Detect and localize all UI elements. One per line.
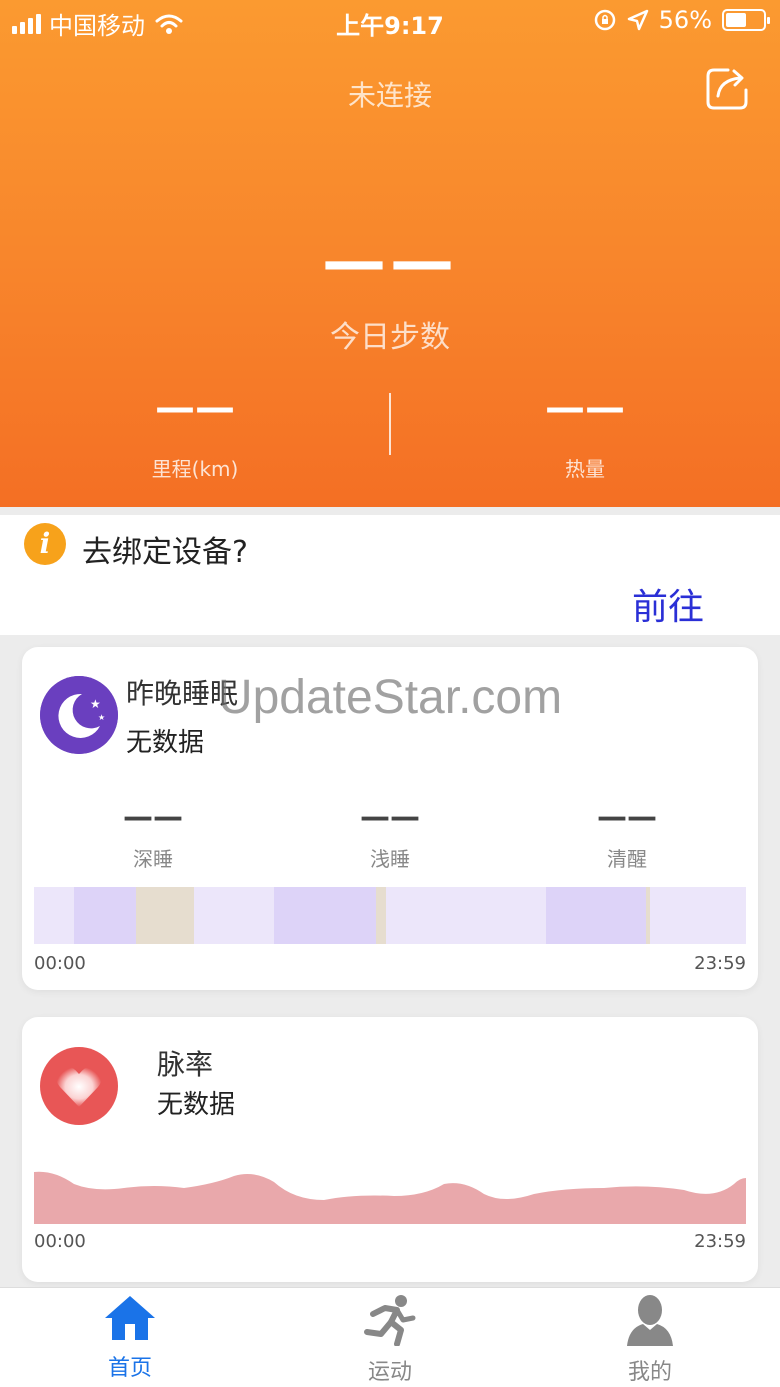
pulse-status: 无数据 <box>157 1090 236 1120</box>
calories-value: —— <box>545 385 625 431</box>
sleep-start-time: 00:00 <box>34 953 86 974</box>
home-icon <box>105 1296 155 1340</box>
awake-value: —— <box>597 800 657 835</box>
tab-sport[interactable]: 运动 <box>260 1294 520 1386</box>
tab-sport-label: 运动 <box>367 1360 412 1385</box>
light-sleep-metric: —— 浅睡 <box>270 800 510 872</box>
tab-profile-label: 我的 <box>627 1360 672 1385</box>
deep-sleep-value: —— <box>123 800 183 835</box>
calories-metric: —— 热量 <box>390 385 780 482</box>
awake-label: 清醒 <box>607 847 647 871</box>
status-bar: 中国移动 上午9:17 56% <box>0 0 780 44</box>
awake-metric: —— 清醒 <box>507 800 747 872</box>
pulse-title: 脉率 <box>157 1048 214 1081</box>
heart-icon <box>40 1047 118 1125</box>
pulse-start-time: 00:00 <box>34 1231 86 1252</box>
pulse-waveform <box>34 1171 746 1224</box>
sleep-timeline <box>34 887 746 944</box>
watermark: UpdateStar.com <box>217 671 563 724</box>
tab-home-label: 首页 <box>107 1356 152 1381</box>
info-icon: i <box>24 523 66 565</box>
steps-value: —— <box>322 225 458 299</box>
profile-icon <box>627 1295 673 1346</box>
sleep-status: 无数据 <box>126 728 205 758</box>
distance-label: 里程(km) <box>151 457 239 481</box>
calories-label: 热量 <box>565 457 605 481</box>
bind-device-text: 去绑定设备? <box>82 535 248 570</box>
running-icon <box>364 1295 416 1346</box>
sleep-end-time: 23:59 <box>694 953 746 974</box>
share-icon[interactable] <box>704 66 750 112</box>
distance-value: —— <box>155 385 235 431</box>
light-sleep-label: 浅睡 <box>370 847 410 871</box>
pulse-card[interactable] <box>22 1017 758 1282</box>
light-sleep-value: —— <box>360 800 420 835</box>
header: 中国移动 上午9:17 56% 未连接 —— 今日步数 —— 里程(km) ——… <box>0 0 780 507</box>
battery-icon <box>722 9 770 31</box>
tab-home[interactable]: 首页 <box>0 1294 260 1382</box>
location-icon <box>627 9 648 31</box>
distance-metric: —— 里程(km) <box>0 385 390 482</box>
tab-bar: 首页 运动 我的 <box>0 1287 780 1387</box>
steps-label: 今日步数 <box>330 320 450 355</box>
deep-sleep-label: 深睡 <box>133 847 173 871</box>
pulse-end-time: 23:59 <box>694 1231 746 1252</box>
goto-button[interactable]: 前往 <box>632 578 704 630</box>
tab-profile[interactable]: 我的 <box>520 1294 780 1386</box>
orientation-lock-icon <box>594 9 615 31</box>
deep-sleep-metric: —— 深睡 <box>33 800 273 872</box>
battery-percent: 56% <box>658 6 712 34</box>
page-title: 未连接 <box>347 79 432 112</box>
